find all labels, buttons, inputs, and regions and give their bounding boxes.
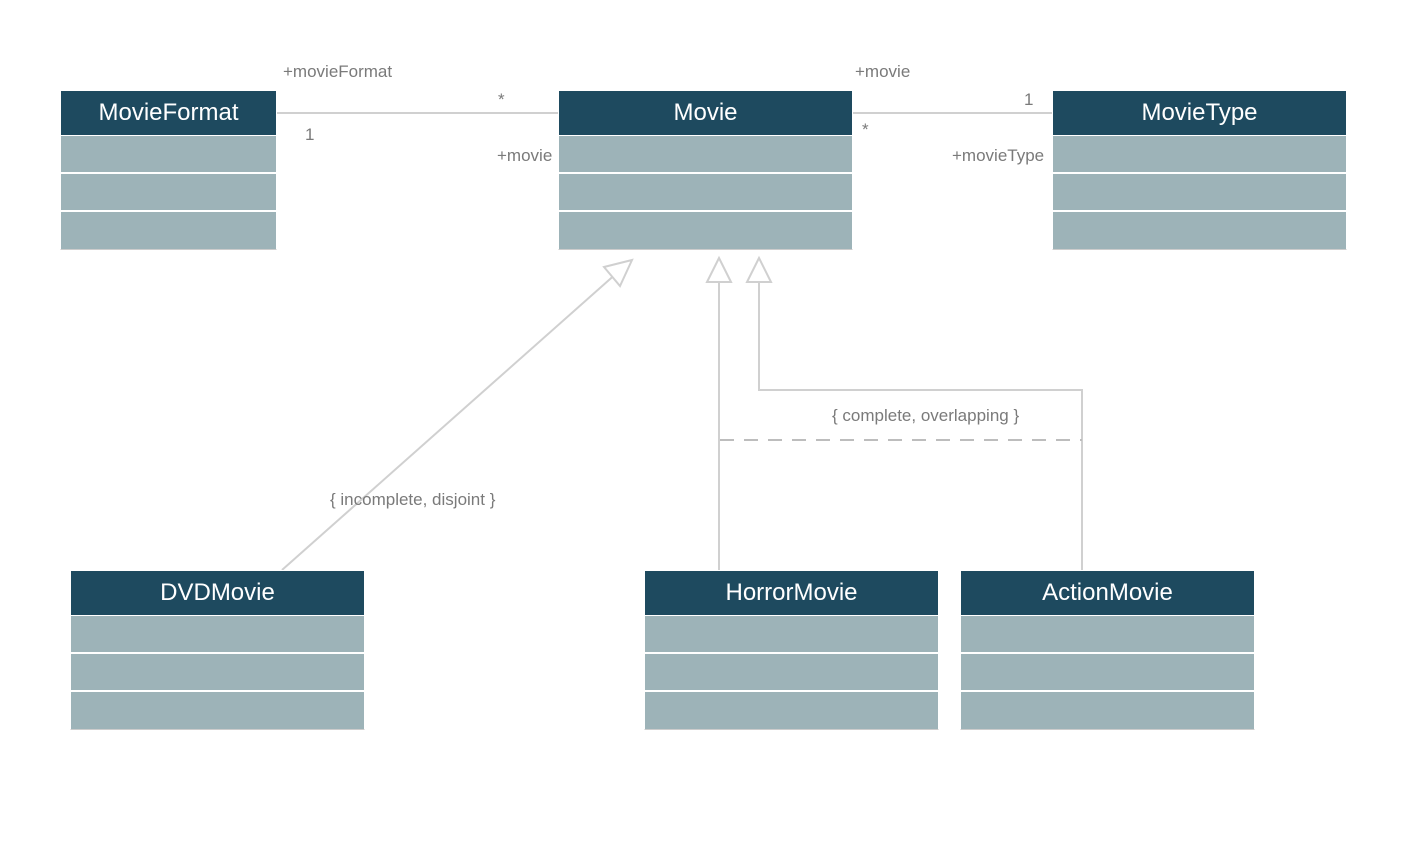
class-row [1052, 174, 1347, 212]
class-dvdmovie: DVDMovie [70, 570, 365, 730]
class-row [1052, 136, 1347, 174]
class-movie-title: Movie [558, 90, 853, 136]
gen-action-movie-line [759, 282, 1082, 570]
class-row [644, 616, 939, 654]
gen-dvdmovie-movie-line [282, 272, 618, 570]
class-row [558, 136, 853, 174]
class-dvdmovie-title: DVDMovie [70, 570, 365, 616]
class-row [558, 174, 853, 212]
class-horrormovie-title: HorrorMovie [644, 570, 939, 616]
mult-one-left: 1 [305, 125, 314, 145]
class-movietype-title: MovieType [1052, 90, 1347, 136]
mult-star-right: * [862, 120, 869, 140]
class-row [60, 174, 277, 212]
gen-dvdmovie-movie-arrow [604, 260, 632, 286]
class-row [1052, 212, 1347, 250]
class-row [70, 654, 365, 692]
role-movie-right: +movie [855, 62, 910, 82]
constraint-right: { complete, overlapping } [826, 406, 1025, 426]
class-movieformat: MovieFormat [60, 90, 277, 250]
constraint-left: { incomplete, disjoint } [330, 490, 495, 510]
gen-horror-movie-arrow [707, 258, 731, 282]
class-movieformat-title: MovieFormat [60, 90, 277, 136]
role-movietype: +movieType [952, 146, 1044, 166]
class-movietype: MovieType [1052, 90, 1347, 250]
role-movieformat: +movieFormat [283, 62, 392, 82]
class-row [960, 692, 1255, 730]
class-row [644, 654, 939, 692]
class-row [960, 616, 1255, 654]
mult-star-left: * [498, 90, 505, 110]
class-row [70, 692, 365, 730]
role-movie-left: +movie [497, 146, 552, 166]
class-row [70, 616, 365, 654]
class-row [644, 692, 939, 730]
class-row [60, 136, 277, 174]
class-row [558, 212, 853, 250]
gen-action-movie-arrow [747, 258, 771, 282]
class-movie: Movie [558, 90, 853, 250]
class-row [960, 654, 1255, 692]
class-actionmovie: ActionMovie [960, 570, 1255, 730]
class-actionmovie-title: ActionMovie [960, 570, 1255, 616]
mult-one-right: 1 [1024, 90, 1033, 110]
class-row [60, 212, 277, 250]
class-horrormovie: HorrorMovie [644, 570, 939, 730]
